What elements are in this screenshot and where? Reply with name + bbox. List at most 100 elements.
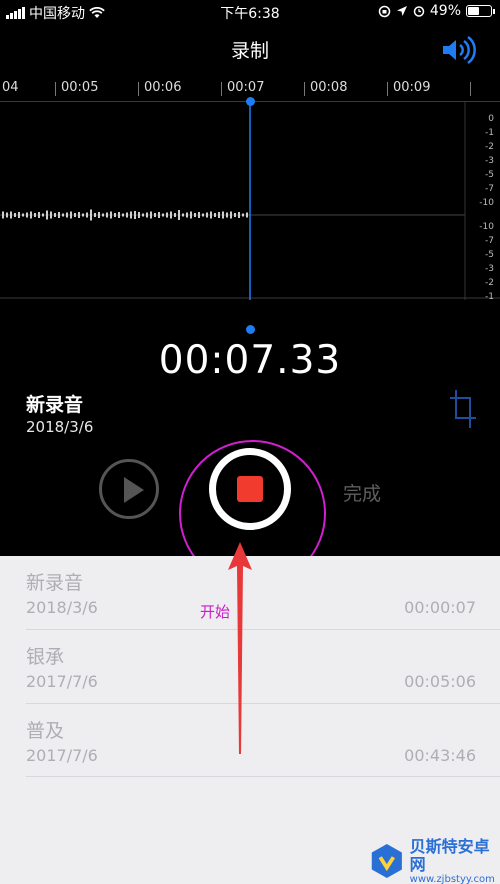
waveform-bar	[14, 213, 16, 217]
waveform-bar	[6, 212, 8, 218]
annotation-arrow	[228, 542, 252, 754]
waveform-bar	[226, 212, 228, 218]
waveform-bar	[130, 211, 132, 219]
waveform-bar	[98, 212, 100, 218]
list-item-date: 2018/3/6	[26, 598, 98, 617]
timeline-label: 04	[2, 80, 19, 95]
waveform-bar	[114, 213, 116, 217]
waveform-bar	[118, 212, 120, 218]
meter-label: -1	[485, 128, 494, 138]
waveform-bar	[178, 210, 180, 220]
meter-label: -10	[479, 198, 494, 208]
waveform-bar	[218, 212, 220, 218]
waveform-bar	[94, 213, 96, 217]
waveform-bar	[74, 213, 76, 217]
waveform-bar	[186, 212, 188, 218]
meter-label: -1	[485, 292, 494, 302]
page-title: 录制	[230, 40, 269, 62]
waveform-bar	[150, 211, 152, 219]
waveform-bar	[30, 211, 32, 219]
waveform-bar	[46, 210, 48, 220]
waveform-bar	[66, 212, 68, 218]
waveform-bar	[70, 211, 72, 219]
waveform-bar	[238, 212, 240, 218]
waveform-bar	[106, 212, 108, 218]
list-separator	[26, 776, 500, 777]
waveform-bar	[206, 212, 208, 218]
waveform-view[interactable]: 0 -1 -2 -3 -5 -7 -10 -10 -7 -5 -3 -2 -1	[0, 102, 500, 302]
timeline-label: 00:08	[310, 80, 348, 95]
watermark-logo-icon	[371, 844, 402, 878]
recording-title[interactable]: 新录音	[26, 390, 83, 417]
waveform-bar	[58, 212, 60, 218]
waveform-bar	[122, 213, 124, 217]
waveform-bar	[26, 212, 28, 218]
meter-label: -2	[485, 278, 494, 288]
meter-label: -3	[485, 264, 494, 274]
waveform-bar	[234, 213, 236, 217]
orientation-lock-icon	[378, 5, 391, 17]
waveform-bar	[110, 211, 112, 219]
waveform-bar	[126, 212, 128, 218]
waveform-bar	[82, 213, 84, 217]
location-icon	[396, 6, 407, 16]
waveform-bar	[102, 213, 104, 217]
waveform-bar	[54, 213, 56, 217]
timeline-label: 00:06	[144, 80, 182, 95]
playhead-bottom-handle[interactable]	[246, 325, 255, 334]
waveform-bar	[42, 213, 44, 217]
waveform-bar	[78, 212, 80, 218]
timeline-label: 00:07	[227, 80, 265, 95]
meter-label: -10	[479, 222, 494, 232]
waveform-bar	[170, 211, 172, 219]
list-item-name: 普及	[26, 720, 65, 742]
waveform-bar	[146, 212, 148, 218]
alarm-icon	[413, 6, 425, 17]
waveform-bar	[62, 213, 64, 217]
battery-icon	[466, 5, 495, 17]
waveform-bar	[214, 213, 216, 217]
waveform-bar	[86, 212, 88, 218]
recording-date: 2018/3/6	[26, 418, 94, 436]
waveform-bar	[158, 212, 160, 218]
play-button[interactable]	[99, 459, 159, 519]
timeline-label: 00:05	[61, 80, 99, 95]
list-item-duration: 00:05:06	[404, 672, 476, 691]
waveform-bar	[174, 213, 176, 217]
waveform-bar	[10, 211, 12, 219]
meter-label: 0	[488, 114, 494, 124]
waveform-bar	[138, 212, 140, 218]
list-item-date: 2017/7/6	[26, 746, 98, 765]
waveform-bar	[246, 212, 248, 218]
timeline-label: 00:09	[393, 80, 431, 95]
waveform-bar	[230, 211, 232, 219]
waveform-bar	[194, 213, 196, 217]
list-item-duration: 00:00:07	[404, 598, 476, 617]
elapsed-time: 00:07.33	[158, 338, 342, 383]
crop-icon[interactable]	[448, 388, 478, 430]
waveform-bar	[34, 213, 36, 217]
waveform-bar	[162, 213, 164, 217]
meter-label: -3	[485, 156, 494, 166]
status-bar: 中国移动 下午6:38 49%	[0, 0, 500, 24]
list-item-name: 银承	[26, 646, 65, 668]
waveform-bar	[166, 212, 168, 218]
done-button[interactable]: 完成	[343, 479, 381, 506]
watermark: 贝斯特安卓网 www.zjbstyy.com	[368, 836, 500, 884]
speaker-volume-icon[interactable]	[440, 36, 478, 64]
waveform-bar	[134, 211, 136, 219]
waveform-bar	[182, 213, 184, 217]
waveform-bar	[50, 211, 52, 219]
annotation-label: 开始	[200, 603, 231, 621]
meter-label: -7	[485, 236, 494, 246]
watermark-name: 贝斯特安卓网	[409, 836, 490, 874]
list-item-date: 2017/7/6	[26, 672, 98, 691]
battery-percent: 49%	[429, 3, 461, 19]
meter-label: -5	[485, 250, 494, 260]
playhead-top-handle[interactable]	[246, 97, 255, 106]
waveform-bar	[242, 213, 244, 217]
meter-label: -5	[485, 170, 494, 180]
waveform-bar	[142, 213, 144, 217]
list-item-name: 新录音	[26, 572, 84, 594]
waveform-bar	[2, 211, 4, 219]
